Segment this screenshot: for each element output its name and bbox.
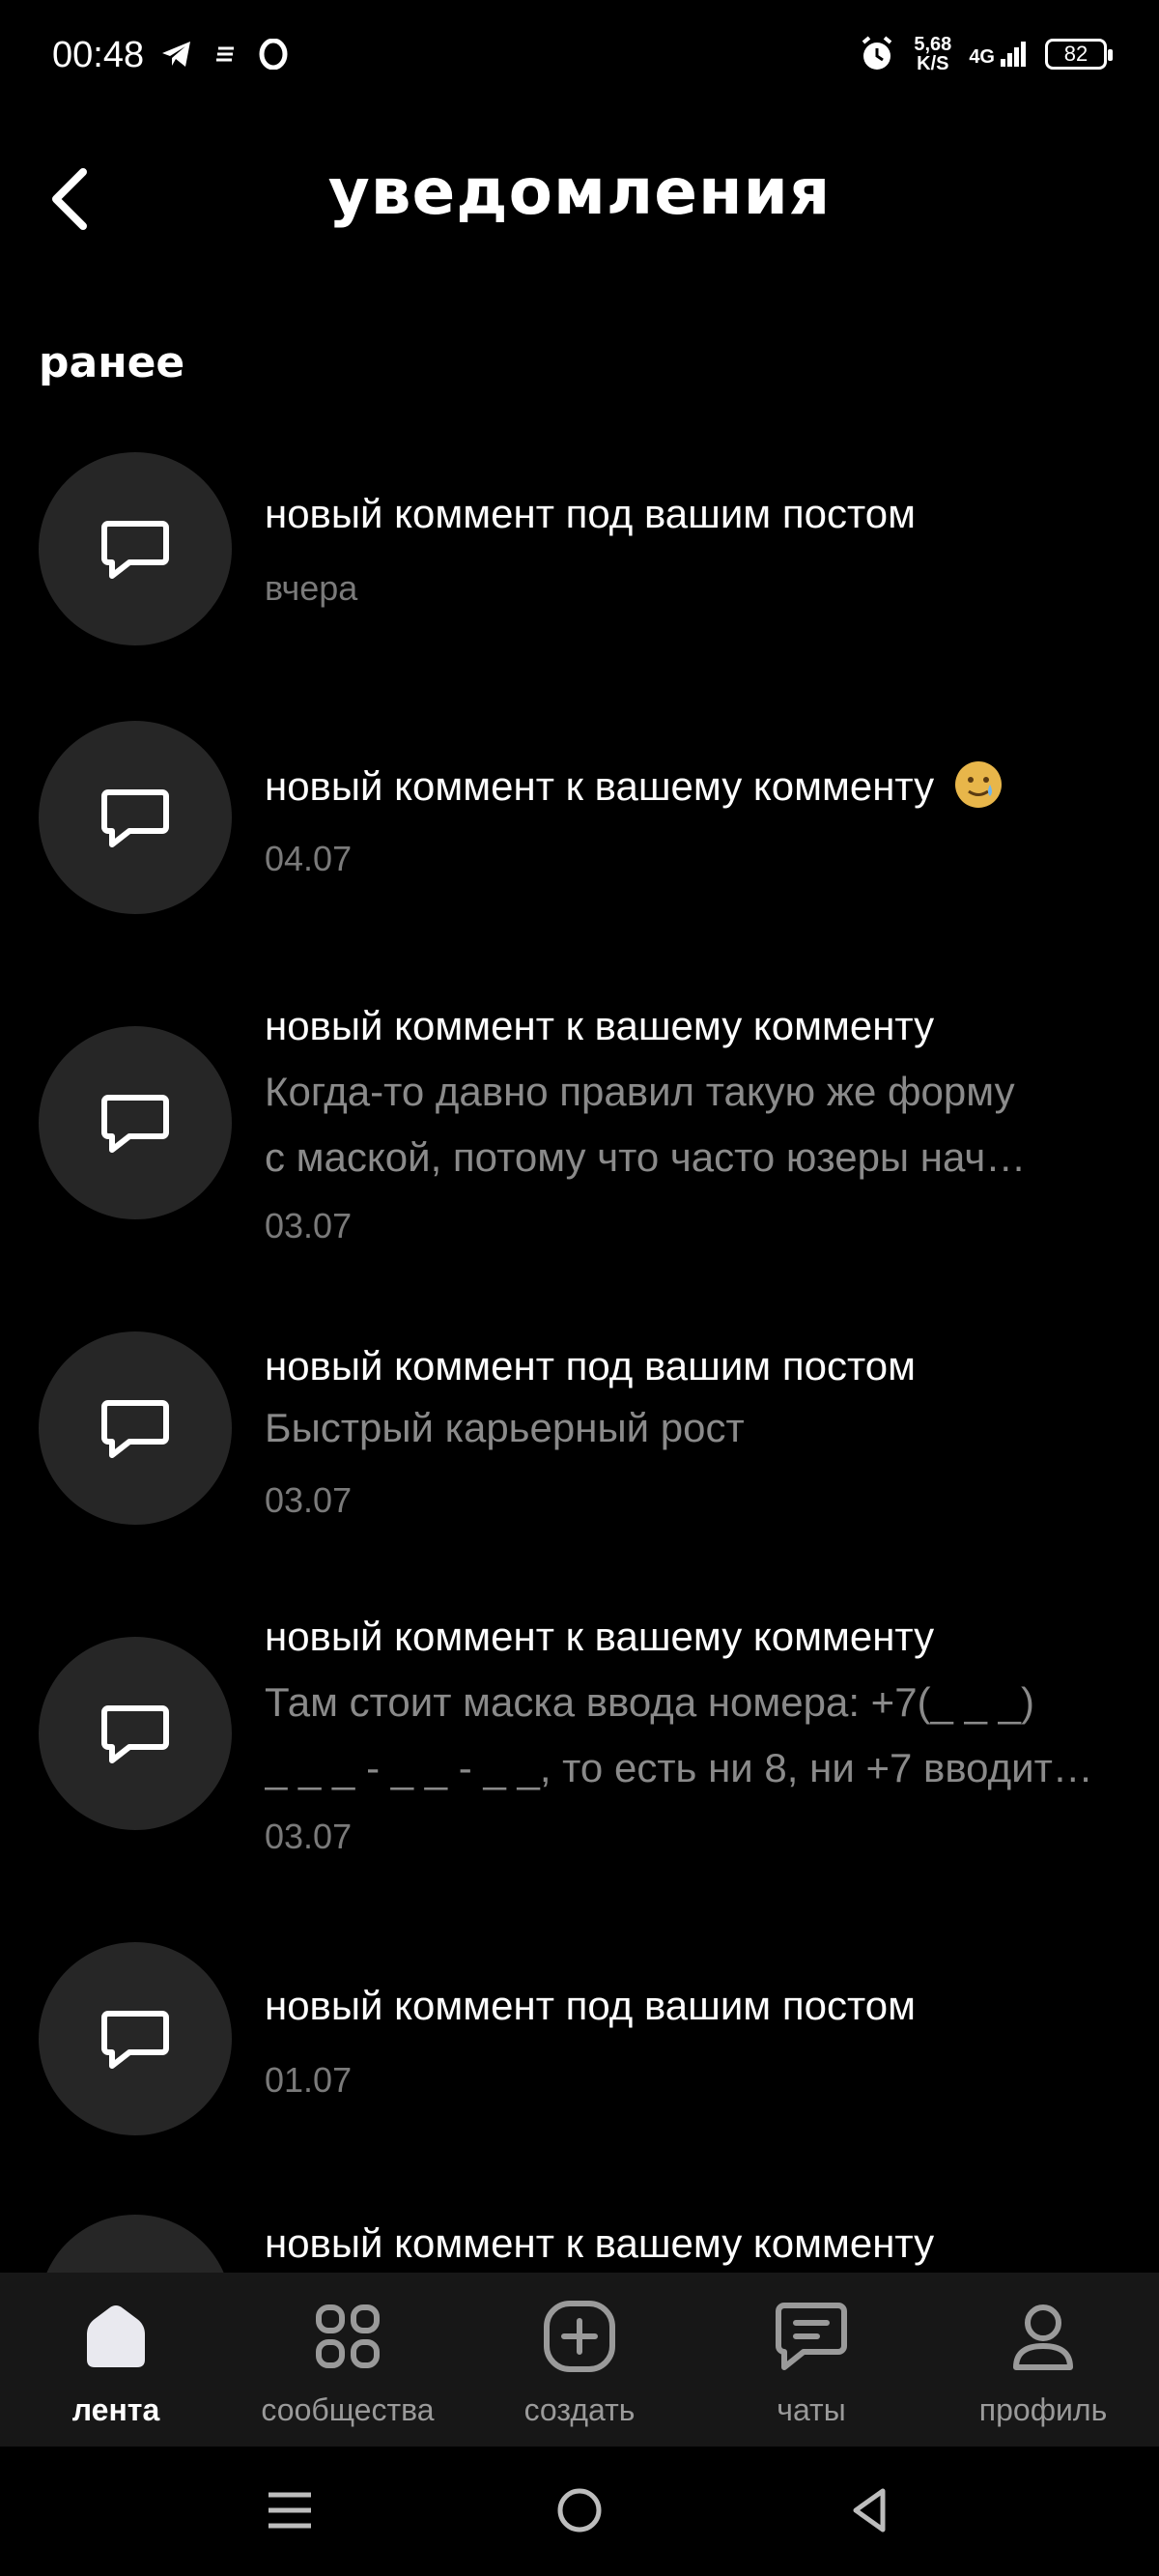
status-system-icons: 5,68 K/S 4G 82 [858, 35, 1113, 73]
person-icon [1004, 2298, 1082, 2375]
notification-avatar [39, 721, 232, 914]
plus-square-icon [541, 2298, 618, 2375]
status-time: 00:48 [52, 35, 145, 75]
notification-avatar [39, 1331, 232, 1525]
home-button[interactable] [549, 2479, 610, 2541]
menu-lines-icon [216, 46, 234, 62]
comment-icon [101, 521, 169, 579]
notification-date: 03.07 [265, 1817, 353, 1856]
comment-icon [101, 2011, 169, 2069]
nav-item-profile[interactable]: профиль [927, 2273, 1159, 2447]
chat-icon [773, 2298, 850, 2375]
notification-date: 03.07 [265, 1480, 353, 1520]
circle-icon [557, 2488, 602, 2533]
nav-item-feed[interactable]: лента [0, 2273, 232, 2447]
bottom-navigation: лента сообщества создать чаты профиль [0, 2273, 1159, 2447]
notification-avatar [39, 452, 232, 645]
battery-level: 82 [1063, 42, 1088, 66]
notification-body-line: Когда-то давно правил такую же форму [265, 1069, 1015, 1114]
notification-body-line: Там стоит маска ввода номера: +7(_ _ _) [265, 1679, 1034, 1725]
notification-title-text: новый коммент к вашему комменту [265, 763, 935, 809]
notification-title: новый коммент под вашим постом [265, 1343, 916, 1388]
nav-item-create[interactable]: создать [464, 2273, 695, 2447]
home-icon [77, 2298, 155, 2375]
nav-item-chats[interactable]: чаты [695, 2273, 927, 2447]
network-speed-unit: K/S [917, 53, 949, 74]
comment-icon [101, 1400, 169, 1458]
system-back-button[interactable] [838, 2479, 900, 2541]
network-speed-value: 5,68 [914, 34, 952, 55]
network-speed: 5,68 K/S [914, 35, 951, 73]
notification-date: вчера [265, 568, 358, 608]
battery-icon: 82 [1045, 39, 1113, 70]
nav-label: создать [523, 2392, 636, 2427]
menu-icon [269, 2492, 311, 2529]
notification-body-line: _ _ _ - _ _ - _ _, то есть ни 8, ни +7 в… [265, 1745, 1093, 1790]
notification-title: новый коммент под вашим постом [265, 1983, 916, 2028]
notification-title: новый коммент к вашему комменту [265, 761, 1002, 810]
notification-body-line: Быстрый карьерный рост [265, 1405, 745, 1450]
comment-icon [101, 789, 169, 847]
status-bar: 00:48 5,68 K/S 4G 82 [0, 0, 1159, 116]
notification-date: 03.07 [265, 1206, 353, 1245]
status-notification-icons [160, 39, 288, 70]
nav-label: сообщества [261, 2392, 435, 2427]
notification-title: новый коммент к вашему комменту [265, 1003, 935, 1048]
signal-group: 4G [969, 40, 1028, 69]
notification-title: новый коммент к вашему комменту [265, 2220, 935, 2266]
smiling-tear-emoji-icon [954, 761, 1002, 808]
notification-title: новый коммент к вашему комменту [265, 1614, 935, 1659]
notification-avatar [39, 1942, 232, 2135]
nav-label: профиль [978, 2392, 1108, 2427]
notification-body-line: с маской, потому что часто юзеры нач… [265, 1134, 1027, 1180]
nav-label: чаты [777, 2392, 846, 2427]
page-title: уведомления [327, 155, 832, 229]
notification-title: новый коммент под вашим постом [265, 491, 916, 536]
notification-date: 01.07 [265, 2060, 353, 2100]
notification-avatar [39, 1637, 232, 1830]
telegram-icon [162, 42, 190, 67]
comment-icon [101, 1705, 169, 1763]
system-navigation-bar [0, 2447, 1159, 2576]
signal-icon [1001, 42, 1026, 67]
notification-body: Быстрый карьерный рост [265, 1395, 1115, 1461]
recent-apps-button[interactable] [259, 2479, 321, 2541]
notification-date: 04.07 [265, 839, 353, 878]
nav-item-communities[interactable]: сообщества [232, 2273, 464, 2447]
grid-icon [309, 2298, 386, 2375]
alarm-icon [862, 36, 892, 70]
section-label: ранее [39, 338, 185, 387]
opera-icon [259, 39, 288, 70]
notification-avatar [39, 1026, 232, 1219]
notification-body: Там стоит маска ввода номера: +7(_ _ _) … [265, 1670, 1115, 1801]
nav-label: лента [71, 2392, 160, 2427]
network-type: 4G [969, 46, 995, 68]
comment-icon [101, 1095, 169, 1153]
triangle-back-icon [853, 2488, 886, 2533]
notification-body: Когда-то давно правил такую же форму с м… [265, 1059, 1115, 1190]
